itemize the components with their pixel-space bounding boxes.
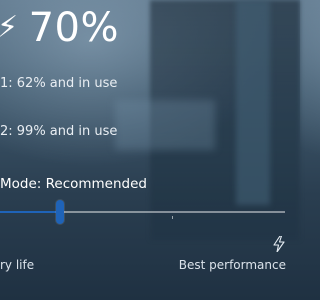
battery-2-status: 2: 99% and in use — [0, 124, 118, 139]
battery-1-status: 1: 62% and in use — [0, 76, 118, 91]
lightning-bolt-icon — [273, 236, 285, 252]
slider-right-label: Best performance — [178, 258, 286, 272]
overall-battery-percentage: ⚡ 70% — [0, 6, 119, 50]
power-mode-slider-track[interactable] — [0, 211, 285, 213]
background-window-highlight — [115, 100, 215, 150]
overall-battery-value: 70% — [28, 5, 119, 51]
slider-left-label: ry life — [0, 258, 35, 272]
background-taskbar-shape — [236, 0, 270, 205]
power-mode-slider-fill — [0, 211, 60, 213]
plug-icon: ⚡ — [0, 10, 19, 45]
slider-tick — [172, 216, 173, 219]
power-mode-slider-thumb[interactable] — [56, 200, 64, 224]
power-mode-label: Mode: Recommended — [0, 176, 147, 192]
